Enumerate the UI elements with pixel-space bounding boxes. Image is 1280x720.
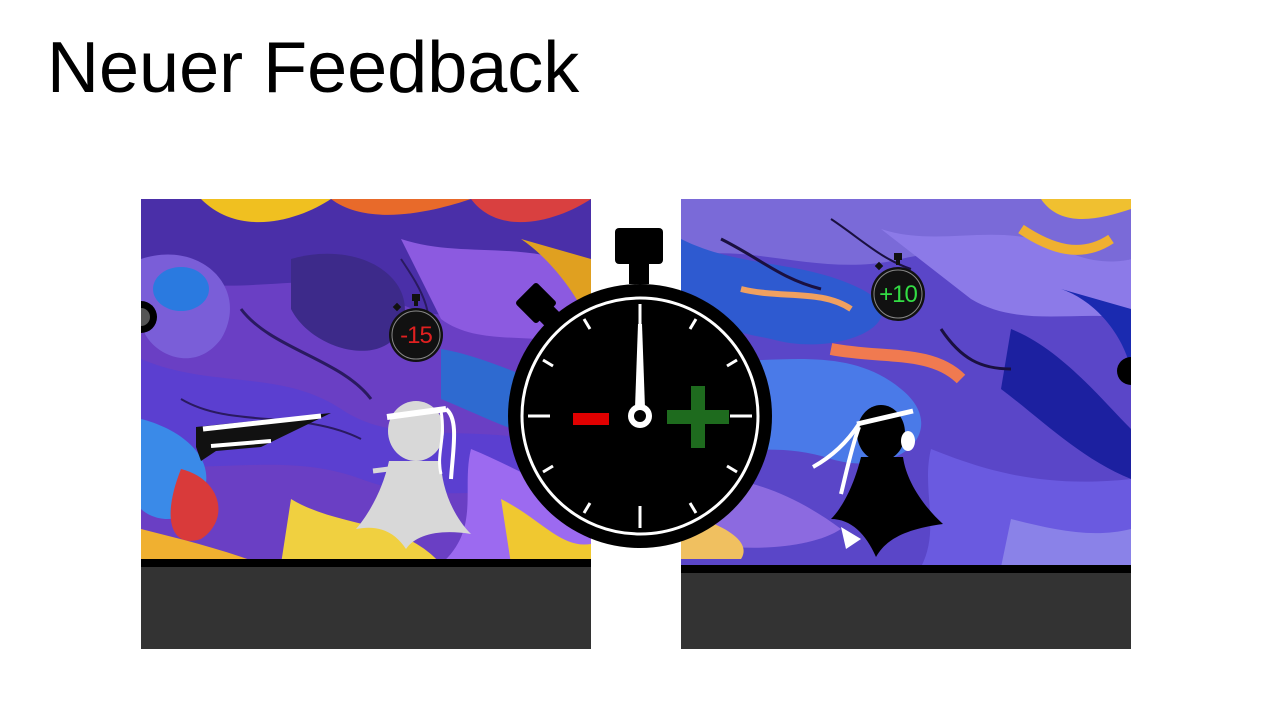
slide-title: Neuer Feedback	[47, 28, 580, 108]
minus-sign	[573, 413, 609, 425]
right-time-badge: +10	[868, 249, 928, 321]
stopwatch-icon	[508, 228, 772, 548]
right-floor	[681, 573, 1131, 649]
right-time-bonus: +10	[879, 281, 918, 308]
center-stopwatch	[505, 228, 775, 558]
left-floor	[141, 567, 591, 649]
left-time-penalty: -15	[400, 322, 433, 349]
left-time-badge: -15	[386, 290, 446, 362]
